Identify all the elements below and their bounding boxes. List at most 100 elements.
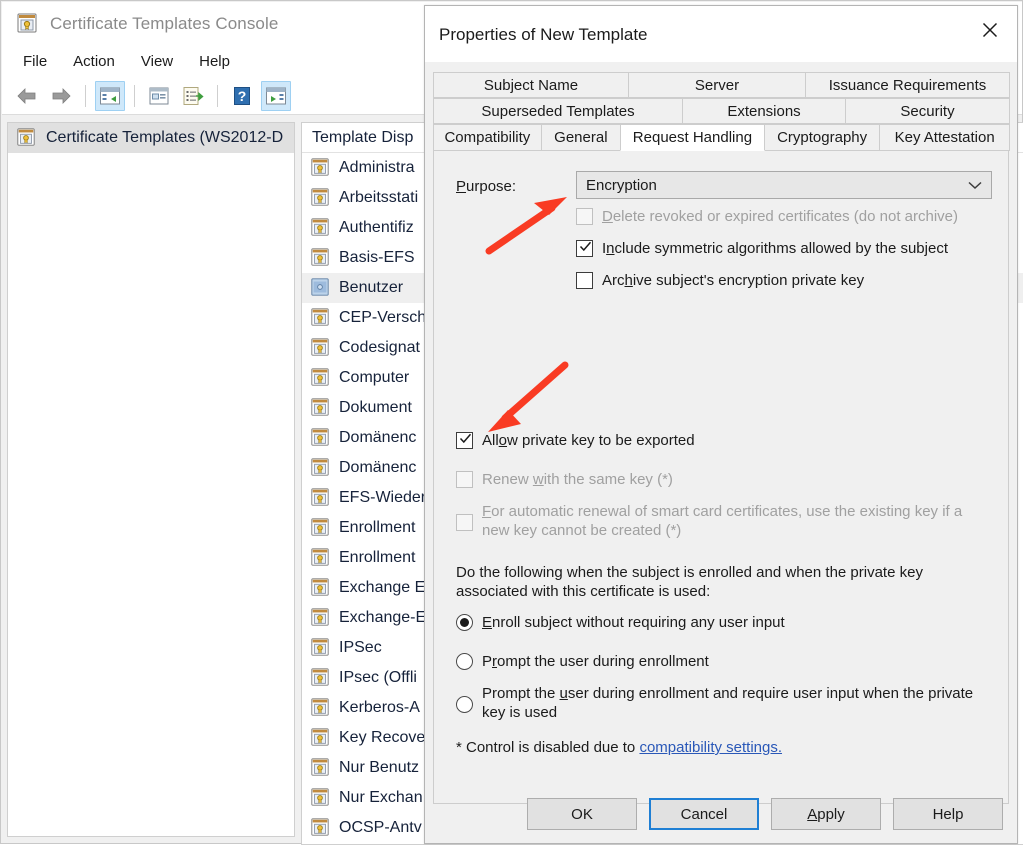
purpose-label: Purpose:	[456, 178, 516, 195]
certificate-template-icon	[310, 247, 330, 270]
prompt-user-require-input-radio[interactable]: Prompt the user during enrollment and re…	[456, 684, 976, 722]
tab-server[interactable]: Server	[628, 72, 806, 98]
tab-general[interactable]: General	[540, 124, 621, 151]
toolbar-separator	[217, 85, 218, 107]
cancel-button[interactable]: Cancel	[649, 798, 759, 830]
certificate-template-icon-selected	[310, 277, 330, 300]
certificate-template-icon	[310, 637, 330, 660]
tab-superseded-templates[interactable]: Superseded Templates	[433, 98, 683, 124]
certificate-template-icon	[310, 727, 330, 750]
certificate-template-icon	[16, 127, 36, 150]
tab-key-attestation[interactable]: Key Attestation	[879, 124, 1010, 151]
template-list-item-label: Nur Benutz	[339, 759, 420, 776]
menu-file[interactable]: File	[16, 50, 60, 74]
renew-same-key-checkbox[interactable]: Renew with the same key (*)	[456, 470, 673, 489]
menu-action[interactable]: Action	[60, 50, 128, 74]
back-icon[interactable]	[12, 81, 42, 111]
compatibility-settings-link[interactable]: compatibility settings.	[639, 739, 782, 756]
checkbox-box	[456, 514, 473, 531]
certificate-template-icon	[310, 187, 330, 210]
purpose-label-rest: urpose:	[466, 178, 517, 195]
enroll-without-input-radio[interactable]: Enroll subject without requiring any use…	[456, 613, 785, 632]
checkbox-label: Renew with the same key (*)	[482, 471, 673, 488]
certificate-template-icon	[310, 787, 330, 810]
tab-extensions[interactable]: Extensions	[682, 98, 846, 124]
tab-subject-name[interactable]: Subject Name	[433, 72, 629, 98]
certificate-template-icon	[310, 577, 330, 600]
tab-security[interactable]: Security	[845, 98, 1010, 124]
purpose-label-accel: P	[456, 178, 467, 195]
dialog-button-bar: OK Cancel Apply Help	[425, 785, 1017, 843]
archive-private-key-checkbox[interactable]: Archive subject's encryption private key	[576, 271, 864, 290]
tree-node-label: Certificate Templates (WS2012-D	[46, 129, 284, 146]
certificate-template-icon	[310, 427, 330, 450]
request-handling-tab-panel: Purpose: Encryption Delete revoked or ex…	[433, 151, 1009, 804]
checkmark-icon	[459, 432, 472, 444]
show-hide-tree-icon[interactable]	[95, 81, 125, 111]
chevron-down-icon	[967, 178, 983, 193]
menu-help[interactable]: Help	[186, 50, 243, 74]
delete-revoked-checkbox[interactable]: Delete revoked or expired certificates (…	[576, 207, 958, 226]
close-icon[interactable]	[967, 12, 1013, 48]
tab-cryptography[interactable]: Cryptography	[763, 124, 881, 151]
template-list-item-label: Exchange-E	[339, 609, 427, 626]
certificate-template-icon	[310, 157, 330, 180]
template-list-item-label: Codesignat	[339, 339, 420, 356]
template-list-item-label: Enrollment	[339, 549, 416, 566]
tab-row-3: Compatibility General Request Handling C…	[433, 124, 1010, 151]
help-button[interactable]: Help	[893, 798, 1003, 830]
smartcard-existing-key-checkbox[interactable]: For automatic renewal of smart card cert…	[456, 502, 978, 540]
template-list-item-label: EFS-Wieder	[339, 489, 427, 506]
template-list-item-label: IPSec	[339, 639, 382, 656]
radio-label: Prompt the user during enrollment	[482, 653, 709, 670]
properties-icon[interactable]	[144, 81, 174, 111]
purpose-dropdown[interactable]: Encryption	[576, 171, 992, 199]
template-list-item-label: IPsec (Offli	[339, 669, 417, 686]
template-list-item-label: CEP-Versch	[339, 309, 427, 326]
properties-of-new-template-dialog: Properties of New Template Subject Name …	[424, 5, 1018, 844]
checkbox-label: Delete revoked or expired certificates (…	[602, 208, 959, 225]
column-header-template-display-name: Template Disp	[312, 128, 414, 146]
forward-icon[interactable]	[46, 81, 76, 111]
checkbox-box	[576, 240, 593, 257]
tab-issuance-requirements[interactable]: Issuance Requirements	[805, 72, 1010, 98]
show-action-pane-icon[interactable]	[261, 81, 291, 111]
apply-button[interactable]: Apply	[771, 798, 881, 830]
prompt-user-radio[interactable]: Prompt the user during enrollment	[456, 652, 709, 671]
checkbox-box	[456, 432, 473, 449]
checkbox-label: Allow private key to be exported	[482, 432, 695, 449]
purpose-selected-value: Encryption	[586, 176, 657, 194]
certificate-template-icon	[16, 12, 38, 37]
help-icon[interactable]: ?	[227, 81, 257, 111]
template-list-item-label: Nur Exchan	[339, 789, 423, 806]
checkbox-label: Include symmetric algorithms allowed by …	[602, 240, 948, 257]
template-list-item-label: Kerberos-A	[339, 699, 420, 716]
tab-compatibility[interactable]: Compatibility	[433, 124, 542, 151]
template-list-item-label: Domänenc	[339, 429, 417, 446]
radio-circle	[456, 614, 473, 631]
checkmark-icon	[579, 240, 592, 252]
tree-node-certificate-templates[interactable]: Certificate Templates (WS2012-D	[8, 123, 294, 153]
certificate-template-icon	[310, 697, 330, 720]
certificate-template-icon	[310, 367, 330, 390]
include-symmetric-algorithms-checkbox[interactable]: Include symmetric algorithms allowed by …	[576, 239, 948, 258]
footnote-prefix: * Control is disabled due to	[456, 739, 640, 756]
export-list-icon[interactable]	[178, 81, 208, 111]
console-tree-pane[interactable]: Certificate Templates (WS2012-D	[7, 122, 295, 837]
toolbar-separator	[134, 85, 135, 107]
toolbar-separator	[85, 85, 86, 107]
tab-row-2: Superseded Templates Extensions Security	[433, 98, 1010, 124]
template-list-item-label: Arbeitsstati	[339, 189, 419, 206]
radio-label: Prompt the user during enrollment and re…	[482, 685, 974, 721]
certificate-template-icon	[310, 667, 330, 690]
template-list-item-label: Key Recove	[339, 729, 426, 746]
template-list-item-label: Dokument	[339, 399, 412, 416]
allow-private-key-export-checkbox[interactable]: Allow private key to be exported	[456, 431, 695, 450]
template-list-item-label: Authentifiz	[339, 219, 414, 236]
ok-button[interactable]: OK	[527, 798, 637, 830]
tab-row-1: Subject Name Server Issuance Requirement…	[433, 72, 1010, 98]
menu-view[interactable]: View	[128, 50, 186, 74]
tab-request-handling[interactable]: Request Handling	[619, 124, 765, 151]
checkbox-box	[576, 208, 593, 225]
certificate-template-icon	[310, 757, 330, 780]
